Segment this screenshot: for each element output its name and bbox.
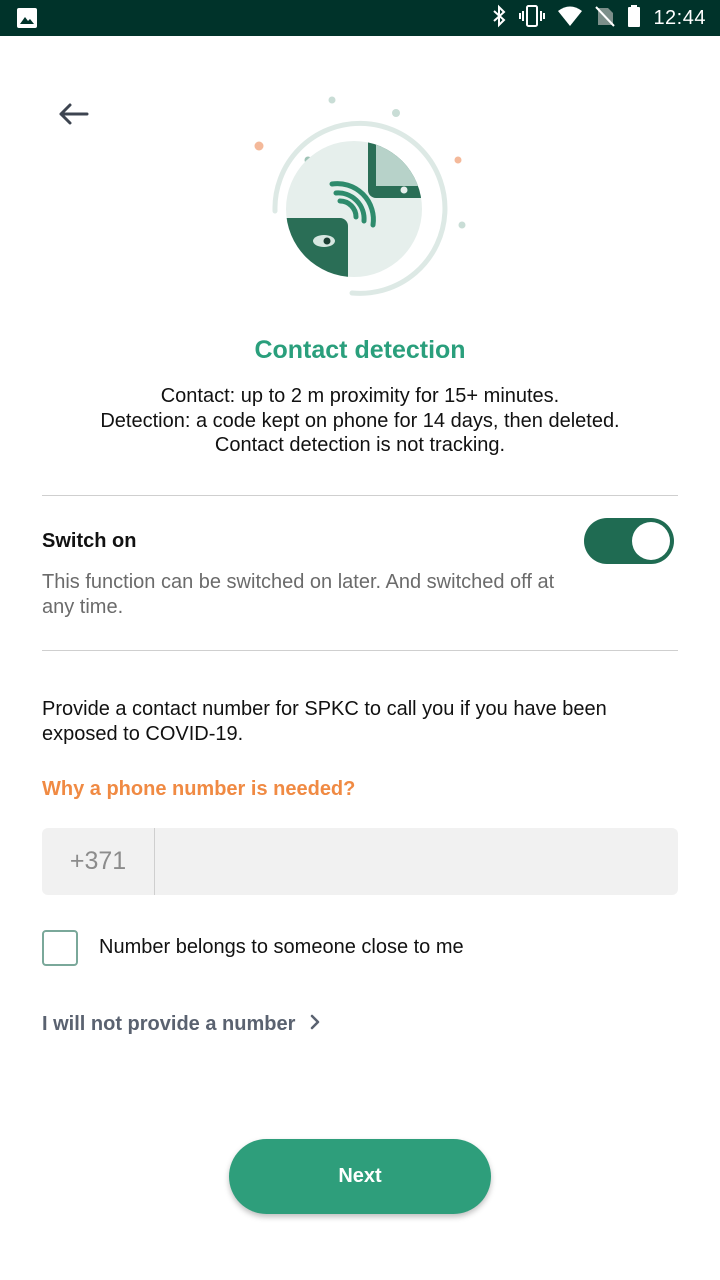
divider	[42, 650, 678, 651]
phone-field: +371	[42, 828, 678, 895]
wifi-icon	[557, 5, 583, 32]
description: Contact: up to 2 m proximity for 15+ min…	[40, 384, 680, 458]
switch-title: Switch on	[42, 530, 137, 552]
checkbox-label: Number belongs to someone close to me	[99, 936, 464, 958]
next-button[interactable]: Next	[229, 1139, 491, 1214]
description-line: Detection: a code kept on phone for 14 d…	[100, 409, 620, 432]
back-button[interactable]	[50, 96, 96, 136]
bluetooth-icon	[491, 4, 507, 33]
image-icon	[16, 7, 38, 34]
switch-hint: This function can be switched on later. …	[42, 571, 555, 618]
country-code[interactable]: +371	[42, 828, 155, 895]
description-line: Contact detection is not tracking.	[214, 434, 506, 456]
clock: 12:44	[653, 6, 706, 29]
phone-intro-text: Provide a contact number for SPKC to cal…	[42, 698, 607, 745]
battery-icon	[627, 4, 641, 33]
contact-detection-illustration	[240, 90, 480, 310]
skip-number-label: I will not provide a number	[42, 1013, 296, 1035]
chevron-right-icon	[309, 1014, 321, 1035]
skip-number-link[interactable]: I will not provide a number	[42, 1013, 321, 1036]
arrow-left-icon	[57, 102, 89, 131]
description-line: Contact: up to 2 m proximity for 15+ min…	[160, 385, 560, 407]
toggle-knob	[632, 522, 670, 560]
vibrate-icon	[519, 4, 546, 33]
phone-input[interactable]	[155, 828, 678, 895]
no-sim-icon	[595, 5, 616, 32]
why-phone-link[interactable]: Why a phone number is needed?	[42, 778, 355, 801]
close-person-checkbox[interactable]	[42, 930, 78, 966]
status-bar: 12:44	[0, 0, 720, 36]
divider	[42, 495, 678, 496]
page-title: Contact detection	[254, 336, 466, 364]
contact-detection-toggle[interactable]	[584, 518, 674, 564]
